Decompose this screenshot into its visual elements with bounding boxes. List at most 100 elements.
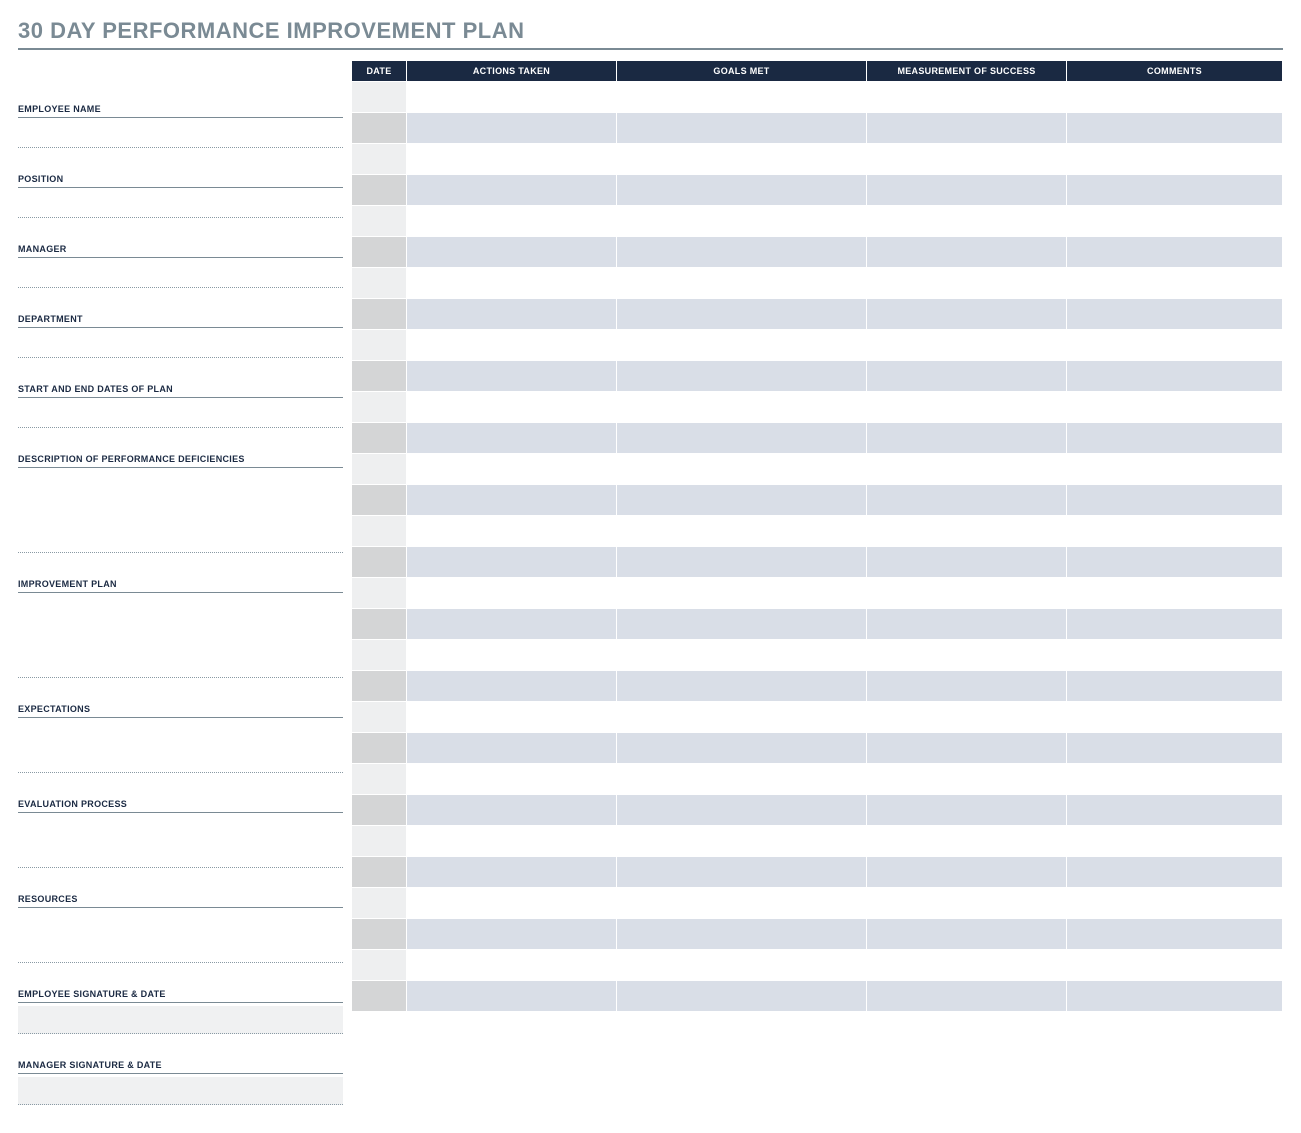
- cell-date[interactable]: [352, 113, 407, 144]
- cell-date[interactable]: [352, 578, 407, 609]
- cell-measure[interactable]: [867, 733, 1067, 764]
- input-improvement-plan[interactable]: [18, 593, 343, 678]
- cell-comments[interactable]: [1067, 733, 1283, 764]
- cell-measure[interactable]: [867, 547, 1067, 578]
- cell-date[interactable]: [352, 516, 407, 547]
- cell-measure[interactable]: [867, 888, 1067, 919]
- cell-goals[interactable]: [617, 671, 867, 702]
- cell-actions[interactable]: [407, 764, 617, 795]
- cell-goals[interactable]: [617, 144, 867, 175]
- cell-goals[interactable]: [617, 516, 867, 547]
- cell-goals[interactable]: [617, 82, 867, 113]
- cell-comments[interactable]: [1067, 640, 1283, 671]
- cell-comments[interactable]: [1067, 547, 1283, 578]
- cell-goals[interactable]: [617, 950, 867, 981]
- input-start-end-dates[interactable]: [18, 398, 343, 428]
- cell-actions[interactable]: [407, 144, 617, 175]
- cell-date[interactable]: [352, 609, 407, 640]
- cell-comments[interactable]: [1067, 857, 1283, 888]
- cell-measure[interactable]: [867, 485, 1067, 516]
- input-evaluation-process[interactable]: [18, 813, 343, 868]
- cell-comments[interactable]: [1067, 795, 1283, 826]
- input-position[interactable]: [18, 188, 343, 218]
- cell-measure[interactable]: [867, 268, 1067, 299]
- cell-actions[interactable]: [407, 392, 617, 423]
- cell-comments[interactable]: [1067, 485, 1283, 516]
- cell-comments[interactable]: [1067, 950, 1283, 981]
- cell-measure[interactable]: [867, 826, 1067, 857]
- cell-actions[interactable]: [407, 485, 617, 516]
- cell-date[interactable]: [352, 981, 407, 1012]
- cell-comments[interactable]: [1067, 516, 1283, 547]
- cell-actions[interactable]: [407, 640, 617, 671]
- cell-goals[interactable]: [617, 361, 867, 392]
- cell-comments[interactable]: [1067, 764, 1283, 795]
- cell-date[interactable]: [352, 392, 407, 423]
- cell-actions[interactable]: [407, 175, 617, 206]
- cell-measure[interactable]: [867, 981, 1067, 1012]
- cell-date[interactable]: [352, 547, 407, 578]
- cell-actions[interactable]: [407, 857, 617, 888]
- cell-actions[interactable]: [407, 299, 617, 330]
- input-employee-signature[interactable]: [18, 1006, 343, 1034]
- cell-date[interactable]: [352, 671, 407, 702]
- cell-actions[interactable]: [407, 206, 617, 237]
- cell-measure[interactable]: [867, 330, 1067, 361]
- cell-measure[interactable]: [867, 206, 1067, 237]
- cell-measure[interactable]: [867, 423, 1067, 454]
- cell-measure[interactable]: [867, 144, 1067, 175]
- cell-goals[interactable]: [617, 113, 867, 144]
- cell-date[interactable]: [352, 485, 407, 516]
- cell-date[interactable]: [352, 640, 407, 671]
- cell-comments[interactable]: [1067, 702, 1283, 733]
- cell-comments[interactable]: [1067, 671, 1283, 702]
- input-employee-name[interactable]: [18, 118, 343, 148]
- cell-goals[interactable]: [617, 857, 867, 888]
- cell-date[interactable]: [352, 764, 407, 795]
- cell-actions[interactable]: [407, 950, 617, 981]
- cell-actions[interactable]: [407, 423, 617, 454]
- cell-measure[interactable]: [867, 702, 1067, 733]
- cell-date[interactable]: [352, 175, 407, 206]
- cell-actions[interactable]: [407, 268, 617, 299]
- cell-goals[interactable]: [617, 268, 867, 299]
- cell-comments[interactable]: [1067, 454, 1283, 485]
- cell-comments[interactable]: [1067, 113, 1283, 144]
- cell-goals[interactable]: [617, 392, 867, 423]
- cell-goals[interactable]: [617, 330, 867, 361]
- cell-goals[interactable]: [617, 764, 867, 795]
- cell-comments[interactable]: [1067, 392, 1283, 423]
- cell-comments[interactable]: [1067, 826, 1283, 857]
- cell-measure[interactable]: [867, 950, 1067, 981]
- cell-actions[interactable]: [407, 795, 617, 826]
- input-expectations[interactable]: [18, 718, 343, 773]
- cell-date[interactable]: [352, 950, 407, 981]
- cell-actions[interactable]: [407, 237, 617, 268]
- cell-date[interactable]: [352, 330, 407, 361]
- cell-comments[interactable]: [1067, 609, 1283, 640]
- cell-date[interactable]: [352, 857, 407, 888]
- cell-date[interactable]: [352, 888, 407, 919]
- cell-measure[interactable]: [867, 609, 1067, 640]
- cell-comments[interactable]: [1067, 175, 1283, 206]
- cell-measure[interactable]: [867, 237, 1067, 268]
- cell-actions[interactable]: [407, 516, 617, 547]
- cell-comments[interactable]: [1067, 237, 1283, 268]
- cell-comments[interactable]: [1067, 206, 1283, 237]
- cell-measure[interactable]: [867, 299, 1067, 330]
- cell-date[interactable]: [352, 919, 407, 950]
- cell-goals[interactable]: [617, 423, 867, 454]
- cell-actions[interactable]: [407, 547, 617, 578]
- cell-measure[interactable]: [867, 919, 1067, 950]
- cell-comments[interactable]: [1067, 299, 1283, 330]
- cell-goals[interactable]: [617, 206, 867, 237]
- cell-actions[interactable]: [407, 826, 617, 857]
- cell-measure[interactable]: [867, 454, 1067, 485]
- input-department[interactable]: [18, 328, 343, 358]
- cell-comments[interactable]: [1067, 423, 1283, 454]
- cell-comments[interactable]: [1067, 919, 1283, 950]
- cell-date[interactable]: [352, 268, 407, 299]
- cell-date[interactable]: [352, 361, 407, 392]
- cell-date[interactable]: [352, 82, 407, 113]
- cell-goals[interactable]: [617, 547, 867, 578]
